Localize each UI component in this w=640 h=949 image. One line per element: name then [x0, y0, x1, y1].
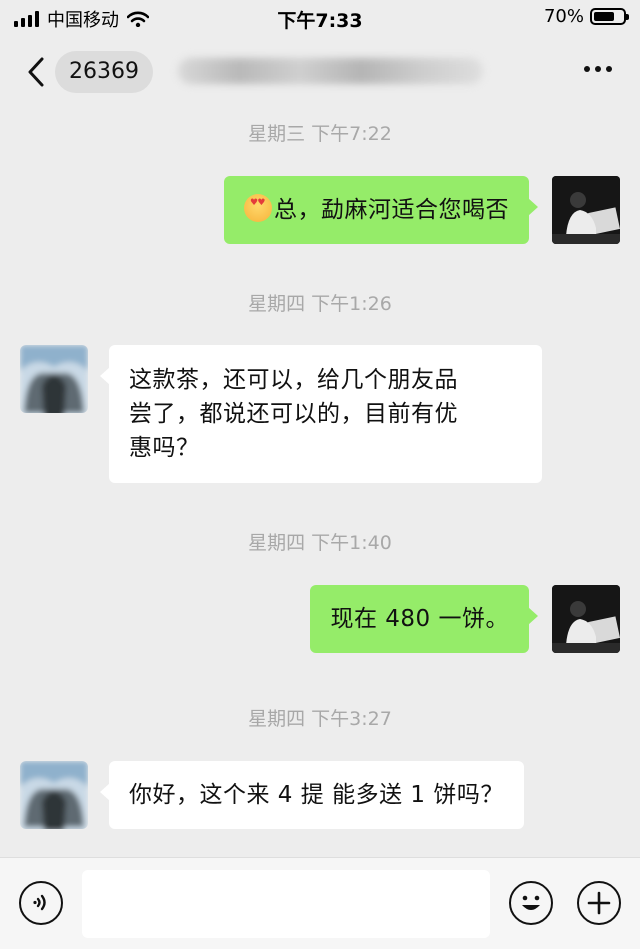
heart-eyes-emoji-icon [244, 194, 272, 222]
input-bar [0, 857, 640, 949]
status-right: 70% [543, 6, 629, 27]
blurred-contact-name [178, 58, 483, 84]
voice-icon[interactable] [19, 881, 63, 925]
more-icon[interactable] [584, 66, 612, 72]
message-timestamp: 星期四 下午1:40 [248, 532, 392, 554]
message-text: 现在 480 一饼。 [330, 606, 509, 632]
message-timestamp: 星期四 下午3:27 [248, 708, 392, 730]
back-icon[interactable] [22, 54, 52, 90]
battery-icon [590, 8, 629, 25]
message-text: 总，勐麻河适合您喝否 [274, 197, 509, 223]
self-avatar[interactable] [552, 585, 620, 653]
battery-percent: 70% [543, 6, 584, 27]
message-line: 尝了，都说还可以的，目前有优 [129, 401, 458, 427]
unread-count-badge[interactable]: 26369 [55, 51, 153, 93]
contact-avatar[interactable] [20, 761, 88, 829]
message-line: 惠吗？ [129, 435, 200, 461]
emoji-icon[interactable] [509, 881, 553, 925]
self-avatar[interactable] [552, 176, 620, 244]
status-bar: 中国移动 下午7:33 70% [0, 0, 640, 36]
message-line: 这款茶，还可以，给几个朋友品 [129, 367, 458, 393]
message-bubble-other[interactable]: 这款茶，还可以，给几个朋友品 尝了，都说还可以的，目前有优 惠吗？ [100, 345, 542, 483]
message-input[interactable] [82, 870, 490, 938]
message-text: 你好，这个来 4 提 能多送 1 饼吗？ [129, 782, 504, 808]
contact-avatar[interactable] [20, 345, 88, 413]
chat-header: 26369 [0, 36, 640, 108]
message-bubble-self[interactable]: 总，勐麻河适合您喝否 [224, 176, 538, 244]
message-bubble-other[interactable]: 你好，这个来 4 提 能多送 1 饼吗？ [100, 761, 524, 829]
plus-icon[interactable] [577, 881, 621, 925]
message-timestamp: 星期三 下午7:22 [248, 123, 392, 145]
message-bubble-self[interactable]: 现在 480 一饼。 [310, 585, 538, 653]
battery-level [594, 12, 614, 21]
message-timestamp: 星期四 下午1:26 [248, 293, 392, 315]
